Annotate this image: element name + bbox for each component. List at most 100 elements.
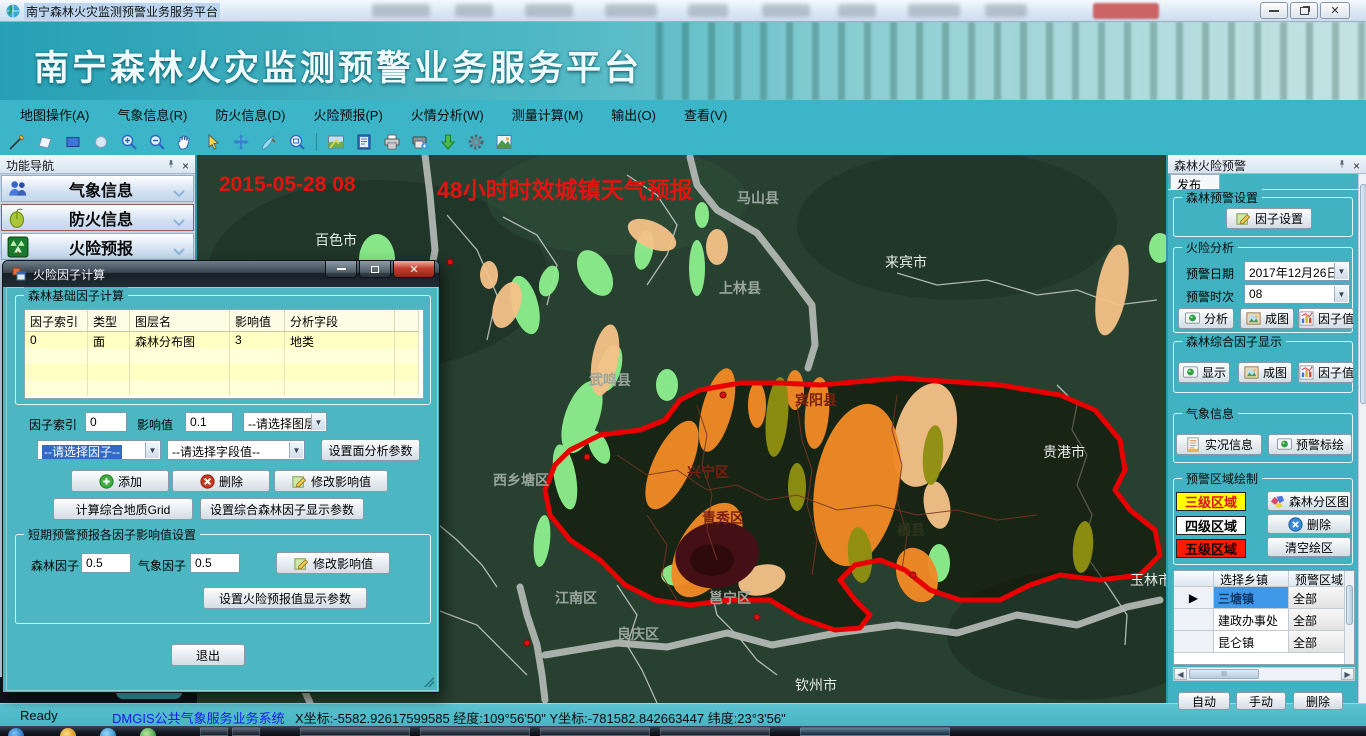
panel-vscrollbar[interactable]	[1358, 174, 1366, 703]
pan-hand-icon[interactable]	[173, 131, 197, 153]
window-close-button[interactable]: ✕	[1320, 2, 1350, 19]
clear-draw-button[interactable]: 清空绘区	[1267, 537, 1351, 557]
delete-area-button[interactable]: 删除	[1267, 514, 1351, 534]
warning-area-cell[interactable]: 全部	[1289, 631, 1346, 653]
menu-item-0[interactable]: 地图操作(A)	[6, 101, 103, 128]
zoom-box-icon[interactable]	[285, 131, 309, 153]
ellipse-tool-icon[interactable]	[89, 131, 113, 153]
polygon-shape-icon[interactable]	[33, 131, 57, 153]
taskbar-app-icon[interactable]	[100, 728, 116, 736]
warning-area-cell[interactable]: 全部	[1289, 609, 1346, 631]
sidebar-item-0[interactable]: 气象信息	[1, 175, 194, 202]
dialog-close-button[interactable]: ✕	[393, 261, 435, 278]
layer-select-combo[interactable]: --请选择图层--▼	[243, 412, 327, 432]
printer-export-icon[interactable]	[408, 131, 432, 153]
set-area-params-button[interactable]: 设置面分析参数	[321, 439, 420, 461]
weather-factor-input[interactable]: 0.5	[190, 553, 240, 573]
window-restore-button[interactable]	[1290, 2, 1318, 19]
legend-doc-icon[interactable]	[352, 131, 376, 153]
gear-icon[interactable]	[464, 131, 488, 153]
level4-area-box[interactable]: 四级区域	[1176, 516, 1246, 535]
row-selector[interactable]	[1174, 609, 1214, 631]
calc-grid-button[interactable]: 计算综合地质Grid	[53, 498, 193, 520]
forest-factor-input[interactable]: 0.5	[81, 553, 131, 573]
level5-area-box[interactable]: 五级区域	[1176, 539, 1246, 558]
zoom-in-icon[interactable]	[117, 131, 141, 153]
warn-time-combo[interactable]: 08▼	[1244, 284, 1350, 304]
taskbar-active-button[interactable]	[800, 727, 950, 736]
warning-area-cell[interactable]: 全部	[1289, 587, 1346, 609]
window-minimize-button[interactable]	[1260, 2, 1288, 19]
move-cross-icon[interactable]	[229, 131, 253, 153]
taskbar-app-icon[interactable]	[140, 728, 156, 736]
dialog-maximize-button[interactable]	[359, 261, 391, 278]
factor-value-button[interactable]: 因子值	[1298, 308, 1354, 329]
warn-date-combo[interactable]: 2017年12月26日▼	[1244, 261, 1350, 281]
set-fire-display-button[interactable]: 设置火险预报值显示参数	[203, 587, 367, 609]
rectangle-tool-icon[interactable]	[61, 131, 85, 153]
windows-taskbar[interactable]	[0, 726, 1366, 736]
dialog-minimize-button[interactable]	[325, 261, 357, 278]
table-row[interactable]	[25, 348, 423, 364]
factor-index-input[interactable]: 0	[85, 412, 127, 432]
menu-item-3[interactable]: 火险预报(P)	[299, 101, 396, 128]
live-info-button[interactable]: 实况信息	[1176, 434, 1262, 455]
zoom-out-icon[interactable]	[145, 131, 169, 153]
image-view-icon[interactable]	[492, 131, 516, 153]
show-button[interactable]: 显示	[1178, 362, 1230, 383]
sidebar-item-2[interactable]: 火险预报	[1, 233, 194, 260]
analyze-button[interactable]: 分析	[1178, 308, 1234, 329]
menu-item-4[interactable]: 火情分析(W)	[397, 101, 498, 128]
pencil-line-icon[interactable]	[5, 131, 29, 153]
row-selector[interactable]	[1174, 631, 1214, 653]
factor-table[interactable]: 因子索引类型图层名影响值分析字段 0面森林分布图3地类	[24, 309, 424, 399]
bottom-button-2[interactable]: 删除	[1293, 692, 1343, 710]
download-arrow-icon[interactable]	[436, 131, 460, 153]
township-row-0[interactable]: ▶三塘镇全部	[1174, 587, 1354, 609]
bottom-button-1[interactable]: 手动	[1236, 692, 1286, 710]
forest-zone-map-button[interactable]: 森林分区图	[1267, 491, 1351, 511]
impact-value-input[interactable]: 0.1	[185, 412, 233, 432]
add-button[interactable]: 添加	[71, 470, 169, 492]
menu-item-7[interactable]: 查看(V)	[670, 101, 741, 128]
taskbar-button[interactable]	[200, 727, 228, 736]
set-display-params-button[interactable]: 设置综合森林因子显示参数	[200, 498, 364, 520]
menu-item-5[interactable]: 测量计算(M)	[498, 101, 598, 128]
factor-value-button2[interactable]: 因子值	[1298, 362, 1354, 383]
pin-icon[interactable]	[1337, 158, 1347, 173]
township-cell[interactable]: 建政办事处	[1214, 609, 1289, 631]
fire-factor-dialog[interactable]: 火险因子计算 ✕ 森林基础因子计算 因子索引类型图层名影响值分析字段 0面森林分…	[2, 260, 440, 693]
close-icon[interactable]: ×	[182, 161, 189, 171]
township-cell[interactable]: 三塘镇	[1214, 587, 1289, 609]
menu-item-1[interactable]: 气象信息(R)	[103, 101, 201, 128]
taskbar-button[interactable]	[232, 727, 260, 736]
warn-plot-button[interactable]: 预警标绘	[1268, 434, 1352, 455]
taskbar-button[interactable]	[420, 727, 530, 736]
taskbar-button[interactable]	[540, 727, 650, 736]
exit-button[interactable]: 退出	[171, 644, 245, 666]
pin-icon[interactable]	[166, 158, 176, 173]
make-map-button2[interactable]: 成图	[1238, 362, 1292, 383]
row-selector[interactable]: ▶	[1174, 587, 1214, 609]
resize-grip[interactable]	[424, 677, 434, 687]
level3-area-box[interactable]: 三级区域	[1176, 492, 1246, 511]
table-row[interactable]: 0面森林分布图3地类	[25, 332, 423, 348]
factor-setting-button[interactable]: 因子设置	[1226, 208, 1312, 229]
delete-button[interactable]: 删除	[172, 470, 270, 492]
make-map-button[interactable]: 成图	[1240, 308, 1294, 329]
menu-item-6[interactable]: 输出(O)	[597, 101, 670, 128]
township-cell[interactable]: 昆仑镇	[1214, 631, 1289, 653]
bottom-button-0[interactable]: 自动	[1178, 692, 1230, 710]
taskbar-app-icon[interactable]	[60, 728, 76, 736]
table-row[interactable]	[25, 364, 423, 380]
modify-impact-button2[interactable]: 修改影响值	[276, 552, 390, 574]
printer-icon[interactable]	[380, 131, 404, 153]
field-select-combo[interactable]: --请选择字段值--▼	[167, 440, 305, 460]
township-table-vscrollbar[interactable]	[1344, 571, 1354, 664]
taskbar-button[interactable]	[300, 727, 410, 736]
close-icon[interactable]: ×	[1353, 161, 1360, 171]
menu-item-2[interactable]: 防火信息(D)	[201, 101, 299, 128]
modify-impact-button[interactable]: 修改影响值	[274, 470, 388, 492]
sidebar-item-1[interactable]: 防火信息	[1, 204, 194, 231]
township-row-2[interactable]: 昆仑镇全部	[1174, 631, 1354, 653]
